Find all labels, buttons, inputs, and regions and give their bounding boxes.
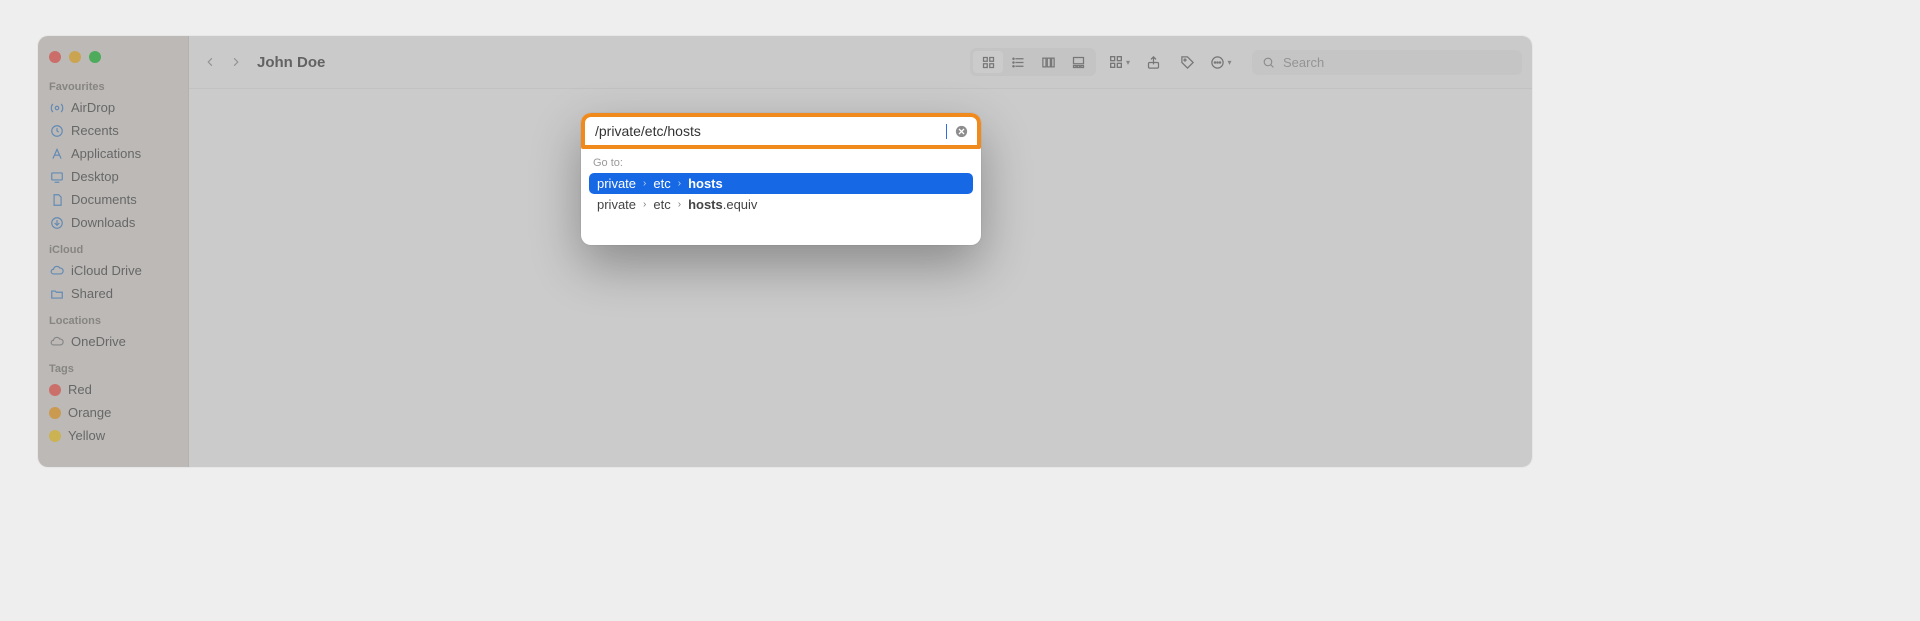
sidebar-tag-orange[interactable]: Orange [47, 401, 179, 424]
sidebar-item-documents[interactable]: Documents [47, 188, 179, 211]
main-pane: John Doe ▾ ▾ [189, 36, 1532, 467]
cloud-icon [49, 264, 64, 278]
sidebar-tag-red[interactable]: Red [47, 378, 179, 401]
airdrop-icon [49, 101, 64, 115]
sidebar-item-label: Recents [71, 123, 119, 138]
path-segment: etc [653, 176, 670, 191]
action-menu-button[interactable]: ▾ [1206, 55, 1236, 70]
zoom-window-button[interactable] [89, 51, 101, 63]
path-segment: private [597, 176, 636, 191]
sidebar-item-applications[interactable]: Applications [47, 142, 179, 165]
sidebar-tag-yellow[interactable]: Yellow [47, 424, 179, 447]
sidebar-item-icloud-drive[interactable]: iCloud Drive [47, 259, 179, 282]
path-segment: private [597, 197, 636, 212]
sidebar-item-label: iCloud Drive [71, 263, 142, 278]
view-column-button[interactable] [1033, 51, 1063, 73]
go-to-field-highlight [581, 113, 981, 149]
window-controls [49, 51, 179, 63]
chevron-right-icon: › [643, 178, 646, 189]
tag-button[interactable] [1172, 55, 1202, 70]
download-icon [49, 216, 64, 230]
sidebar-item-label: Documents [71, 192, 137, 207]
sidebar-item-label: Red [68, 382, 92, 397]
search-field[interactable] [1252, 50, 1522, 75]
search-input[interactable] [1281, 54, 1512, 71]
view-switcher [970, 48, 1096, 76]
path-match: hosts [688, 176, 723, 191]
sidebar-section-icloud-label: iCloud [49, 244, 179, 256]
sidebar-item-label: Downloads [71, 215, 135, 230]
view-gallery-button[interactable] [1063, 51, 1093, 73]
nav-forward-button[interactable] [230, 54, 241, 70]
text-cursor [946, 124, 947, 139]
sidebar-item-recents[interactable]: Recents [47, 119, 179, 142]
sidebar-item-label: Desktop [71, 169, 119, 184]
nav-back-button[interactable] [205, 54, 216, 70]
sidebar-section-locations-label: Locations [49, 315, 179, 327]
sidebar-item-shared[interactable]: Shared [47, 282, 179, 305]
desktop-icon [49, 170, 64, 184]
view-list-button[interactable] [1003, 51, 1033, 73]
sidebar-item-label: Yellow [68, 428, 105, 443]
sidebar-item-label: AirDrop [71, 100, 115, 115]
clock-icon [49, 124, 64, 138]
path-suffix: .equiv [723, 197, 758, 212]
close-window-button[interactable] [49, 51, 61, 63]
sidebar-section-tags-label: Tags [49, 363, 179, 375]
sidebar-item-label: OneDrive [71, 334, 126, 349]
chevron-right-icon: › [643, 199, 646, 210]
a-icon [49, 147, 64, 161]
search-icon [1262, 56, 1275, 69]
share-button[interactable] [1138, 55, 1168, 70]
clear-input-button[interactable] [953, 123, 969, 139]
sidebar: Favourites AirDrop Recents Applications … [38, 36, 189, 467]
chevron-right-icon: › [678, 178, 681, 189]
window-title: John Doe [257, 54, 325, 71]
tag-dot-icon [49, 407, 61, 419]
view-grid-button[interactable] [973, 51, 1003, 73]
sidebar-item-onedrive[interactable]: OneDrive [47, 330, 179, 353]
sidebar-item-desktop[interactable]: Desktop [47, 165, 179, 188]
sidebar-item-downloads[interactable]: Downloads [47, 211, 179, 234]
sidebar-item-label: Shared [71, 286, 113, 301]
chevron-right-icon: › [678, 199, 681, 210]
folder-icon [49, 287, 64, 301]
tag-dot-icon [49, 430, 61, 442]
sidebar-item-airdrop[interactable]: AirDrop [47, 96, 179, 119]
sidebar-section-favourites-label: Favourites [49, 81, 179, 93]
minimize-window-button[interactable] [69, 51, 81, 63]
toolbar: John Doe ▾ ▾ [189, 36, 1532, 89]
tag-dot-icon [49, 384, 61, 396]
document-icon [49, 193, 64, 207]
sidebar-item-label: Applications [71, 146, 141, 161]
goto-suggestion[interactable]: private › etc › hosts [589, 173, 973, 194]
go-to-path-input[interactable] [593, 122, 941, 140]
path-segment: etc [653, 197, 670, 212]
path-match: hosts [688, 197, 723, 212]
go-to-label: Go to: [581, 149, 981, 173]
group-by-button[interactable]: ▾ [1104, 54, 1134, 70]
chevron-down-icon: ▾ [1126, 58, 1130, 67]
go-to-folder-dialog: Go to: private › etc › hosts private › e… [581, 113, 981, 245]
cloud-icon [49, 335, 64, 349]
goto-suggestion[interactable]: private › etc › hosts.equiv [589, 194, 973, 215]
sidebar-item-label: Orange [68, 405, 111, 420]
chevron-down-icon: ▾ [1227, 58, 1231, 67]
finder-window: Favourites AirDrop Recents Applications … [38, 36, 1532, 467]
